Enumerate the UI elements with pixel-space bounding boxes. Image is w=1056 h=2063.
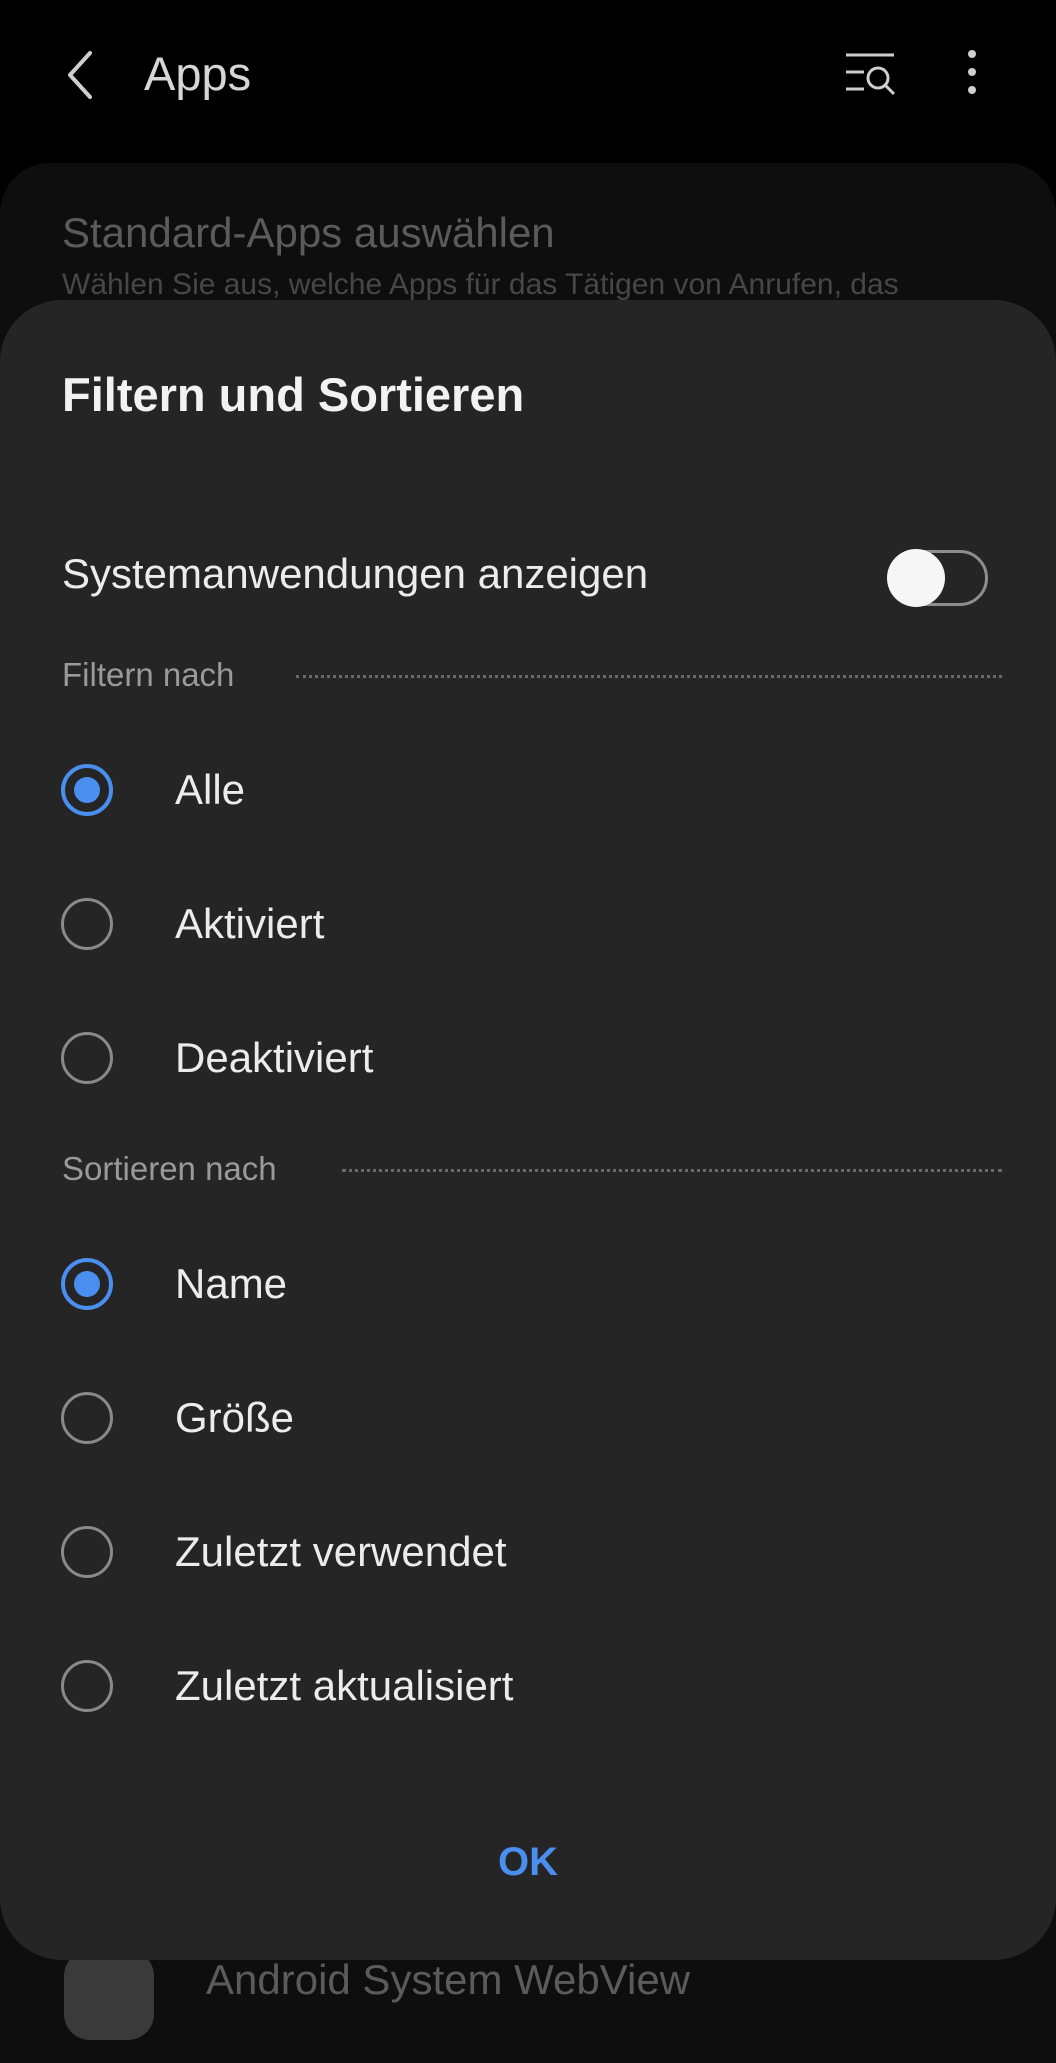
filter-sort-dialog: Filtern und Sortieren Systemanwendungen … [0, 300, 1056, 1960]
radio-button[interactable] [61, 764, 113, 816]
filter-option-deaktiviert[interactable]: Deaktiviert [0, 1004, 1056, 1114]
filter-option-label: Aktiviert [175, 900, 325, 947]
sort-option-name[interactable]: Name [0, 1230, 1056, 1340]
sort-section-header: Sortieren nach [62, 1147, 1002, 1191]
radio-button[interactable] [61, 1392, 113, 1444]
dialog-title: Filtern und Sortieren [62, 368, 525, 421]
sort-option-groesse[interactable]: Größe [0, 1364, 1056, 1474]
radio-button[interactable] [61, 1258, 113, 1310]
section-divider [296, 675, 1002, 678]
sort-option-zuletzt-verwendet[interactable]: Zuletzt verwendet [0, 1498, 1056, 1608]
app-bar: Apps [0, 0, 1056, 150]
sort-option-label: Name [175, 1260, 288, 1307]
default-apps-subtitle: Wählen Sie aus, welche Apps für das Täti… [62, 268, 899, 301]
filter-section-header: Filtern nach [62, 653, 1002, 697]
show-system-apps-row[interactable]: Systemanwendungen anzeigen [0, 520, 1056, 630]
switch-knob [887, 549, 945, 607]
sort-option-zuletzt-aktualisiert[interactable]: Zuletzt aktualisiert [0, 1632, 1056, 1742]
sort-option-label: Zuletzt verwendet [175, 1528, 507, 1575]
filter-search-icon[interactable] [844, 50, 900, 98]
filter-option-label: Deaktiviert [175, 1034, 374, 1081]
bottom-app-item: Android System WebView [206, 1956, 691, 2003]
more-vert-icon[interactable] [960, 48, 984, 98]
back-arrow-icon[interactable] [60, 45, 100, 105]
section-divider [342, 1169, 1002, 1172]
filter-option-label: Alle [175, 766, 246, 813]
radio-button[interactable] [61, 1526, 113, 1578]
filter-option-aktiviert[interactable]: Aktiviert [0, 870, 1056, 980]
sort-option-label: Größe [175, 1394, 295, 1441]
default-apps-title: Standard-Apps auswählen [62, 209, 555, 256]
sort-option-label: Zuletzt aktualisiert [175, 1662, 514, 1709]
gear-icon [64, 1950, 154, 2040]
ok-button[interactable]: OK [428, 1822, 628, 1902]
radio-button[interactable] [61, 1032, 113, 1084]
show-system-apps-switch[interactable] [887, 549, 988, 607]
filter-option-alle[interactable]: Alle [0, 736, 1056, 846]
filter-section-label: Filtern nach [62, 656, 235, 693]
radio-button[interactable] [61, 1660, 113, 1712]
page-title: Apps [144, 47, 252, 100]
sort-section-label: Sortieren nach [62, 1150, 277, 1187]
show-system-apps-label: Systemanwendungen anzeigen [62, 550, 649, 597]
radio-button[interactable] [61, 898, 113, 950]
